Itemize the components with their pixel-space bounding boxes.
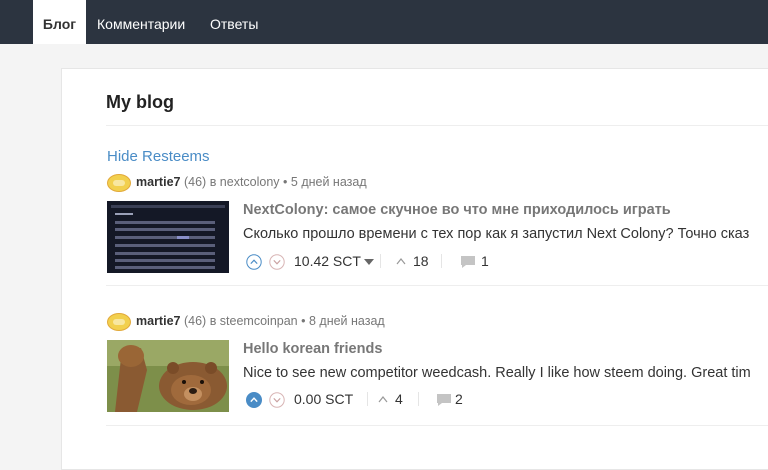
tab-replies[interactable]: Ответы bbox=[210, 0, 258, 44]
payout-amount[interactable]: 0.00 SCT bbox=[294, 391, 353, 407]
post-thumbnail[interactable] bbox=[107, 201, 229, 273]
post-excerpt[interactable]: Nice to see new competitor weedcash. Rea… bbox=[243, 365, 768, 381]
post-time: • 8 дней назад bbox=[301, 314, 385, 328]
divider bbox=[441, 254, 442, 268]
comment-icon[interactable] bbox=[460, 255, 476, 269]
author-link[interactable]: martie7 bbox=[136, 314, 180, 328]
post-meta: martie7 (46) в steemcoinpan • 8 дней наз… bbox=[136, 314, 385, 328]
community-link[interactable]: в nextcolony bbox=[210, 175, 280, 189]
divider bbox=[367, 392, 368, 406]
divider bbox=[106, 125, 768, 126]
post-excerpt[interactable]: Сколько прошло времени с тех пор как я з… bbox=[243, 226, 768, 242]
reputation: (46) bbox=[183, 314, 207, 328]
reputation: (46) bbox=[183, 175, 207, 189]
post-time: • 5 дней назад bbox=[283, 175, 367, 189]
downvote-icon[interactable] bbox=[269, 392, 285, 408]
vote-count[interactable]: 18 bbox=[413, 253, 429, 269]
avatar[interactable] bbox=[107, 313, 131, 331]
votes-chevron-icon bbox=[378, 396, 388, 403]
community-link[interactable]: в steemcoinpan bbox=[210, 314, 298, 328]
tab-comments[interactable]: Комментарии bbox=[97, 0, 185, 44]
post-meta: martie7 (46) в nextcolony • 5 дней назад bbox=[136, 175, 367, 189]
vote-count[interactable]: 4 bbox=[395, 391, 403, 407]
upvote-icon[interactable] bbox=[246, 254, 262, 270]
chevron-down-icon[interactable] bbox=[364, 259, 374, 265]
author-link[interactable]: martie7 bbox=[136, 175, 180, 189]
avatar[interactable] bbox=[107, 174, 131, 192]
comment-count[interactable]: 2 bbox=[455, 391, 463, 407]
divider bbox=[380, 254, 381, 268]
divider bbox=[106, 285, 768, 286]
top-nav: Блог Комментарии Ответы bbox=[0, 0, 768, 44]
post-title[interactable]: NextColony: самое скучное во что мне при… bbox=[243, 202, 671, 218]
comment-count[interactable]: 1 bbox=[481, 253, 489, 269]
divider bbox=[418, 392, 419, 406]
hide-resteems-link[interactable]: Hide Resteems bbox=[107, 148, 210, 165]
post-title[interactable]: Hello korean friends bbox=[243, 341, 382, 357]
upvote-icon[interactable] bbox=[246, 392, 262, 408]
tab-blog[interactable]: Блог bbox=[33, 0, 86, 44]
comment-icon[interactable] bbox=[436, 393, 452, 407]
payout-amount[interactable]: 10.42 SCT bbox=[294, 253, 361, 269]
page-title: My blog bbox=[106, 92, 174, 112]
post-thumbnail[interactable] bbox=[107, 340, 229, 412]
divider bbox=[106, 425, 768, 426]
votes-chevron-icon bbox=[396, 258, 406, 265]
downvote-icon[interactable] bbox=[269, 254, 285, 270]
